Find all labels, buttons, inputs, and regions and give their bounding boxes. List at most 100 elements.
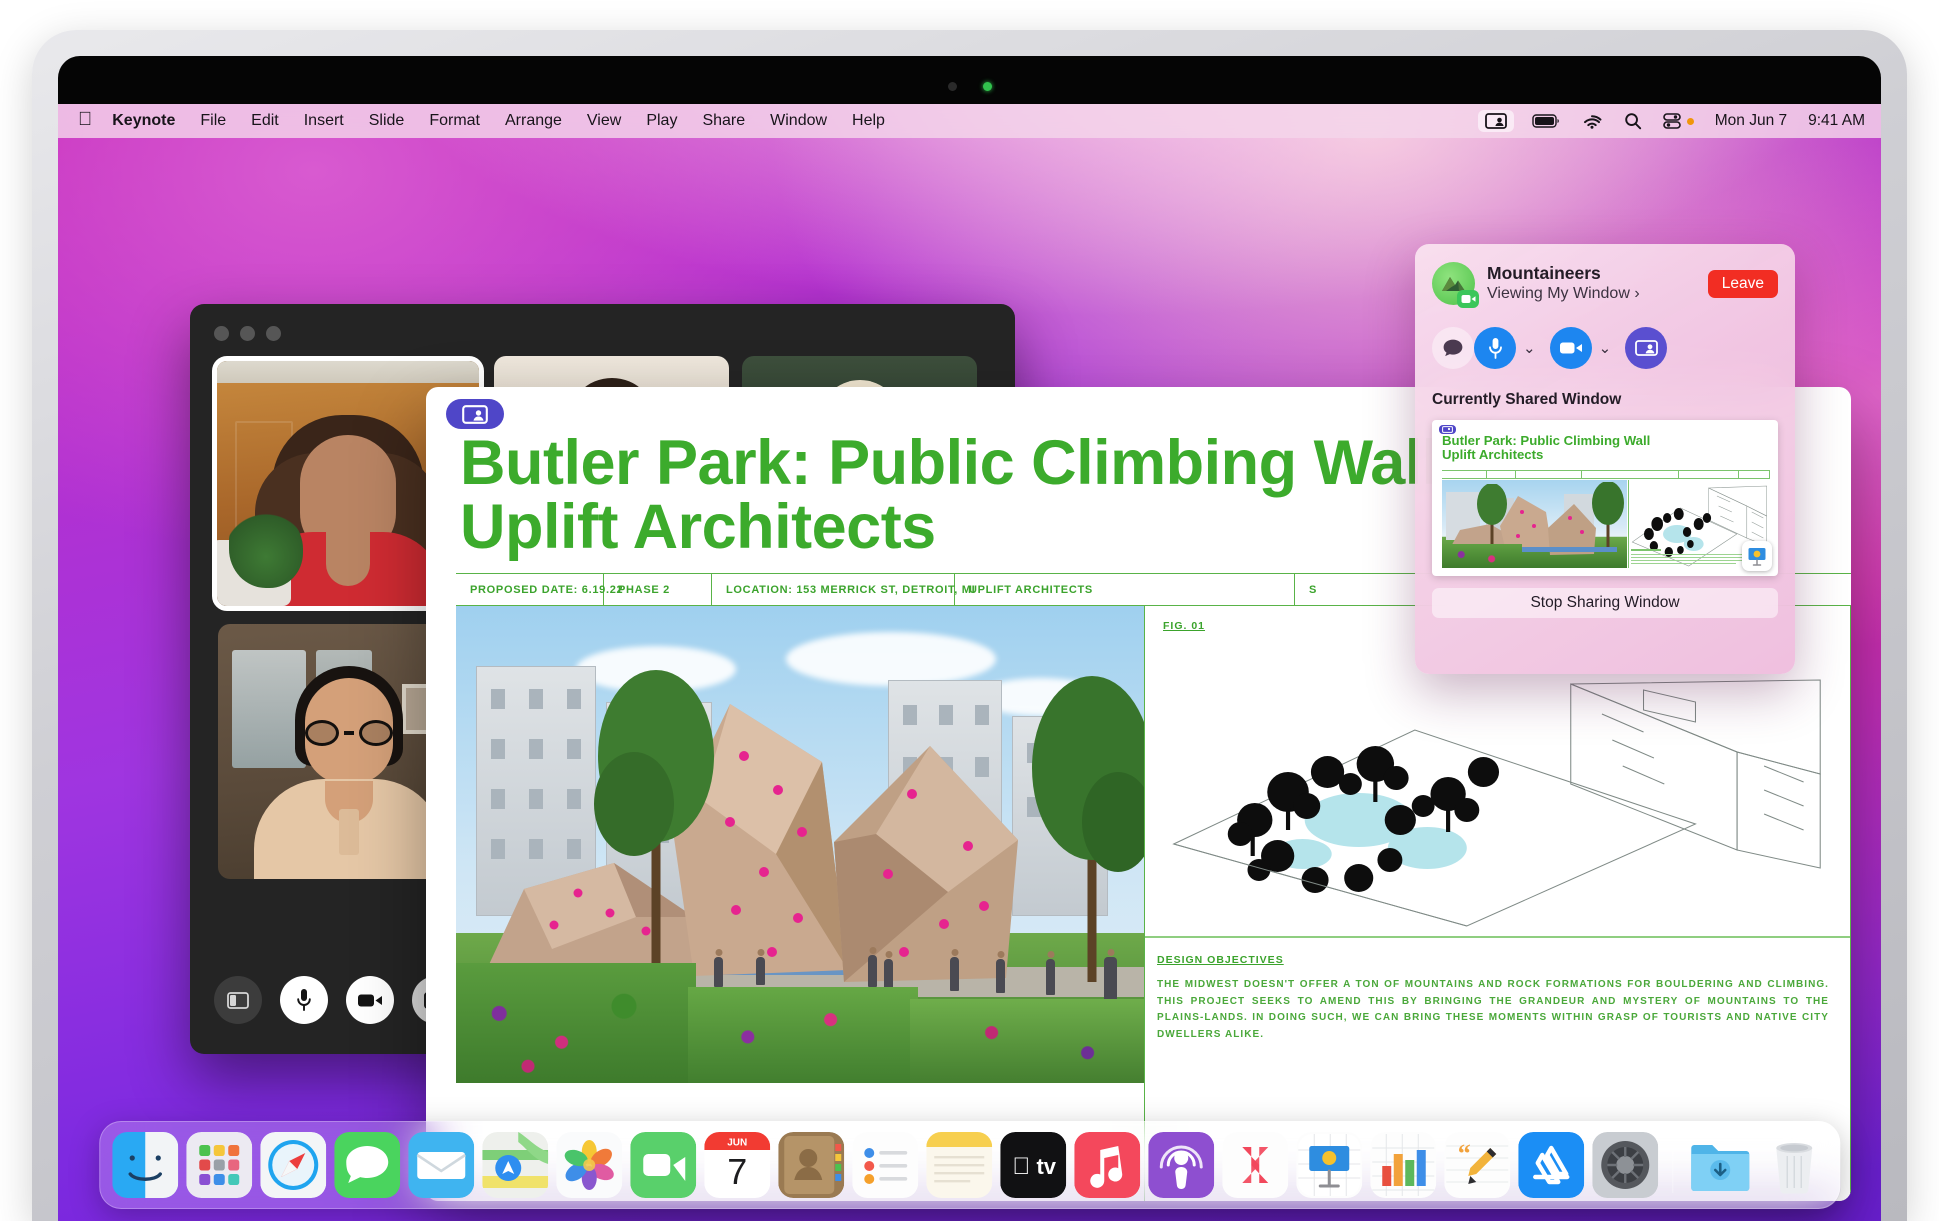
zoom-button[interactable]: [266, 326, 281, 341]
diagram-divider: [1145, 936, 1851, 938]
meta-location: LOCATION: 153 MERRICK ST, DETROIT, MI: [712, 574, 975, 605]
shareplay-titles: Mountaineers Viewing My Window ›: [1487, 263, 1696, 304]
dock-item-pages[interactable]: “: [1443, 1132, 1510, 1198]
svg-text:: : [1012, 1153, 1030, 1180]
dock-item-system-preferences[interactable]: [1591, 1132, 1658, 1198]
dock-item-launchpad[interactable]: [185, 1132, 252, 1198]
close-button[interactable]: [214, 326, 229, 341]
slide-body: FIG. 01 DESIGN OBJECTIVES THE MIDWEST DO…: [456, 606, 1851, 1201]
chat-bubble-icon[interactable]: [1432, 327, 1474, 369]
menu-item-insert[interactable]: Insert: [304, 112, 344, 130]
dock-item-app-store[interactable]: [1517, 1132, 1584, 1198]
meta-phase: PHASE 2: [604, 574, 712, 605]
sidebar-icon[interactable]: [214, 976, 262, 1024]
chevron-down-icon[interactable]: ⌄: [1599, 339, 1612, 357]
dock-item-finder[interactable]: [111, 1132, 178, 1198]
leave-button[interactable]: Leave: [1707, 269, 1778, 298]
mountain-avatar-icon: [1432, 262, 1479, 308]
svg-text:“: “: [1457, 1139, 1470, 1168]
video-camera-icon[interactable]: [346, 976, 394, 1024]
camera-lens-icon: [947, 82, 957, 91]
svg-text:7: 7: [727, 1151, 747, 1192]
design-objectives-heading: DESIGN OBJECTIVES: [1157, 954, 1284, 966]
menu-item-edit[interactable]: Edit: [251, 112, 279, 130]
window-traffic-lights: [214, 326, 281, 341]
camera-housing: [947, 82, 992, 91]
search-icon[interactable]: [1624, 112, 1642, 130]
menu-item-arrange[interactable]: Arrange: [505, 112, 562, 130]
thumbnail-title: Butler Park: Public Climbing Wall Uplift…: [1442, 433, 1768, 463]
menu-item-file[interactable]: File: [200, 112, 226, 130]
dock-item-safari[interactable]: [259, 1132, 326, 1198]
dock-item-contacts[interactable]: [777, 1132, 844, 1198]
thumbnail-render-photo: [1442, 480, 1627, 568]
video-camera-icon[interactable]: [1549, 327, 1592, 369]
dock-item-downloads[interactable]: [1687, 1132, 1753, 1198]
dock-divider: [1671, 1137, 1674, 1193]
shareplay-controls: ⌄ ⌄: [1432, 327, 1778, 369]
shared-window-section-title: Currently Shared Window: [1432, 391, 1622, 408]
macbook-device-frame:  Keynote File Edit Insert Slide Format …: [32, 30, 1907, 1221]
menu-item-keynote[interactable]: Keynote: [112, 112, 175, 130]
recording-indicator-dot: [1686, 117, 1694, 125]
menu-item-view[interactable]: View: [587, 112, 621, 130]
sharing-status[interactable]: Viewing My Window ›: [1487, 284, 1696, 304]
dock-item-calendar[interactable]: JUN 7: [703, 1132, 770, 1198]
menu-item-share[interactable]: Share: [702, 112, 745, 130]
design-objectives-block: DESIGN OBJECTIVES THE MIDWEST DOESN'T OF…: [1157, 954, 1829, 1043]
dock-item-notes[interactable]: [925, 1132, 992, 1198]
menu-item-window[interactable]: Window: [770, 112, 827, 130]
microphone-icon[interactable]: [280, 976, 328, 1024]
minimize-button[interactable]: [240, 326, 255, 341]
dock-item-messages[interactable]: [333, 1132, 400, 1198]
dock-item-maps[interactable]: [481, 1132, 548, 1198]
video-camera-icon: [1457, 290, 1479, 308]
dock-item-photos[interactable]: [555, 1132, 622, 1198]
dock-item-apple-tv[interactable]:  tv: [999, 1132, 1066, 1198]
dock-item-numbers[interactable]: [1369, 1132, 1436, 1198]
stop-sharing-window-button[interactable]: Stop Sharing Window: [1432, 588, 1778, 618]
apple-logo-icon[interactable]: : [78, 110, 92, 129]
dock: JUN 7 : [98, 1121, 1841, 1209]
menu-bar:  Keynote File Edit Insert Slide Format …: [58, 104, 1881, 138]
panel-right-border: [1849, 606, 1851, 1201]
menu-bar-date[interactable]: Mon Jun 7: [1715, 112, 1787, 130]
control-center-icon[interactable]: [1662, 113, 1694, 129]
dock-item-facetime[interactable]: [629, 1132, 696, 1198]
microphone-icon[interactable]: [1474, 327, 1516, 369]
camera-indicator-light: [982, 82, 992, 91]
design-objectives-body: THE MIDWEST DOESN'T OFFER A TON OF MOUNT…: [1157, 979, 1829, 1040]
figure-label: FIG. 01: [1163, 620, 1206, 632]
dock-item-mail[interactable]: [407, 1132, 474, 1198]
wifi-icon[interactable]: [1581, 113, 1603, 129]
shareplay-header: Mountaineers Viewing My Window › Leave: [1432, 262, 1778, 308]
dock-item-reminders[interactable]: [851, 1132, 918, 1198]
desktop-screen:  Keynote File Edit Insert Slide Format …: [58, 104, 1881, 1221]
dock-item-podcasts[interactable]: [1147, 1132, 1214, 1198]
svg-text:JUN: JUN: [727, 1138, 747, 1149]
dock-item-trash[interactable]: [1761, 1132, 1827, 1198]
chevron-down-icon[interactable]: ⌄: [1523, 339, 1536, 357]
menu-bar-status-area: Mon Jun 7 9:41 AM: [1477, 110, 1865, 132]
shared-window-thumbnail[interactable]: Butler Park: Public Climbing Wall Uplift…: [1432, 420, 1778, 576]
svg-text:tv: tv: [1036, 1154, 1056, 1179]
dock-item-news[interactable]: [1221, 1132, 1288, 1198]
thumbnail-metadata-bar: [1442, 470, 1770, 479]
screen-share-icon[interactable]: [1477, 110, 1514, 132]
display-bezel:  Keynote File Edit Insert Slide Format …: [58, 56, 1881, 1221]
menu-item-slide[interactable]: Slide: [369, 112, 405, 130]
menu-bar-time[interactable]: 9:41 AM: [1808, 112, 1865, 130]
thumbnail-title-line-2: Uplift Architects: [1442, 447, 1544, 463]
menu-item-help[interactable]: Help: [852, 112, 885, 130]
thumbnail-title-line-1: Butler Park: Public Climbing Wall: [1442, 433, 1651, 448]
isometric-site-plan: [1155, 644, 1841, 932]
meta-proposed-date: PROPOSED DATE: 6.19.22: [456, 574, 623, 605]
menu-item-play[interactable]: Play: [646, 112, 677, 130]
dock-item-music[interactable]: [1073, 1132, 1140, 1198]
shareplay-popover[interactable]: Mountaineers Viewing My Window › Leave ⌄: [1415, 244, 1795, 674]
dock-item-keynote[interactable]: [1295, 1132, 1362, 1198]
climbing-wall-render-photo: [456, 606, 1144, 1083]
menu-item-format[interactable]: Format: [429, 112, 480, 130]
battery-icon[interactable]: [1532, 114, 1560, 128]
screen-share-icon[interactable]: [1625, 327, 1668, 369]
